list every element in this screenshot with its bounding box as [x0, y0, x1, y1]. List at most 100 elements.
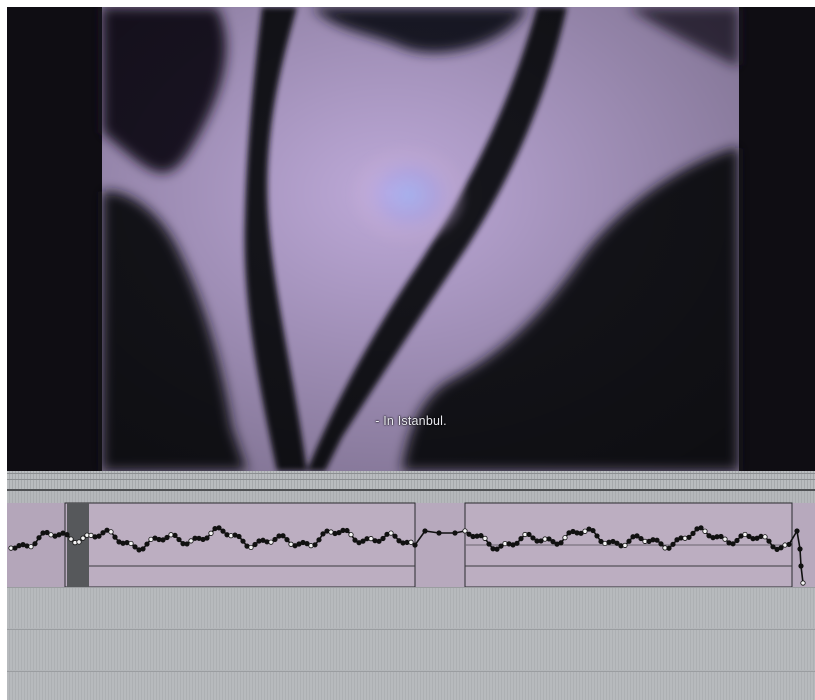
keyframe-point[interactable]	[666, 545, 672, 551]
keyframe-point[interactable]	[188, 538, 194, 544]
keyframe-point[interactable]	[478, 533, 484, 539]
keyframe-point[interactable]	[408, 539, 414, 545]
keyframe-point[interactable]	[786, 541, 792, 548]
keyframe-point[interactable]	[798, 563, 804, 569]
keyframe-point[interactable]	[546, 536, 552, 542]
keyframe-point[interactable]	[96, 533, 102, 539]
keyframe-point[interactable]	[670, 541, 676, 547]
keyframe-point[interactable]	[272, 536, 278, 543]
keyframe-point[interactable]	[614, 540, 620, 546]
keyframe-point[interactable]	[68, 536, 74, 542]
keyframe-point[interactable]	[12, 545, 18, 551]
keyframe-point[interactable]	[722, 536, 728, 542]
keyframe-point[interactable]	[176, 536, 182, 543]
keyframe-point[interactable]	[248, 544, 254, 551]
video-viewer[interactable]: - In Istanbul.	[7, 7, 815, 471]
keyframe-point[interactable]	[686, 534, 692, 540]
keyframe-point[interactable]	[762, 534, 768, 540]
keyframe-point[interactable]	[280, 533, 286, 539]
keyframe-point[interactable]	[108, 529, 114, 535]
keyframe-point[interactable]	[220, 528, 226, 534]
keyframe-point[interactable]	[462, 528, 468, 534]
keyframe-point[interactable]	[140, 546, 146, 552]
keyframe-point[interactable]	[376, 538, 382, 544]
empty-track[interactable]	[7, 671, 815, 700]
keyframe-point[interactable]	[388, 530, 394, 536]
keyframe-point[interactable]	[518, 536, 524, 542]
keyframe-point[interactable]	[562, 535, 568, 541]
keyframe-point[interactable]	[172, 532, 178, 538]
keyframe-point[interactable]	[794, 528, 800, 534]
keyframe-point[interactable]	[526, 531, 532, 538]
keyframe-point[interactable]	[316, 537, 322, 543]
keyframe-point[interactable]	[766, 538, 772, 544]
keyframe-point[interactable]	[100, 530, 106, 536]
keyframe-point[interactable]	[184, 541, 190, 547]
keyframe-point[interactable]	[208, 530, 214, 536]
keyframe-point[interactable]	[514, 540, 520, 546]
timeline-panel[interactable]	[7, 471, 815, 700]
keyframe-point[interactable]	[422, 528, 428, 534]
keyframe-point[interactable]	[160, 537, 166, 543]
keyframe-point[interactable]	[626, 538, 632, 544]
keyframe-point[interactable]	[380, 535, 386, 542]
keyframe-point[interactable]	[498, 543, 504, 549]
keyframe-point[interactable]	[360, 538, 366, 544]
keyframe-point[interactable]	[800, 580, 806, 586]
keyframe-point[interactable]	[658, 541, 664, 547]
keyframe-point[interactable]	[344, 527, 350, 534]
keyframe-point[interactable]	[164, 534, 170, 541]
curve-track[interactable]	[7, 491, 815, 587]
keyframe-point[interactable]	[204, 535, 210, 541]
keyframe-point[interactable]	[486, 541, 492, 547]
keyframe-point[interactable]	[594, 533, 600, 539]
keyframe-point[interactable]	[28, 544, 34, 550]
keyframe-point[interactable]	[622, 542, 628, 548]
keyframe-point[interactable]	[778, 545, 784, 551]
keyframe-point[interactable]	[452, 530, 458, 536]
keyframe-point[interactable]	[352, 537, 358, 543]
keyframe-point[interactable]	[132, 544, 138, 550]
keyframe-point[interactable]	[268, 539, 274, 545]
keyframe-point[interactable]	[252, 541, 258, 548]
keyframe-point[interactable]	[64, 532, 70, 538]
keyframe-point[interactable]	[392, 533, 398, 539]
keyframe-point[interactable]	[284, 537, 290, 543]
keyframe-curve-editor[interactable]	[7, 491, 815, 587]
keyframe-point[interactable]	[482, 535, 488, 541]
keyframe-point[interactable]	[144, 541, 150, 547]
playhead-selection[interactable]	[67, 503, 89, 587]
keyframe-point[interactable]	[32, 541, 38, 547]
keyframe-point[interactable]	[494, 546, 500, 552]
keyframe-point[interactable]	[436, 530, 442, 536]
keyframe-point[interactable]	[558, 540, 564, 546]
timeline-ruler[interactable]	[7, 471, 815, 491]
keyframe-point[interactable]	[634, 533, 640, 539]
clip-1[interactable]	[64, 502, 416, 587]
empty-track[interactable]	[7, 629, 815, 670]
keyframe-point[interactable]	[690, 530, 696, 536]
keyframe-point[interactable]	[638, 535, 644, 542]
keyframe-point[interactable]	[112, 534, 118, 540]
keyframe-point[interactable]	[698, 525, 704, 531]
keyframe-point[interactable]	[80, 535, 86, 541]
keyframe-point[interactable]	[718, 533, 724, 540]
keyframe-point[interactable]	[348, 532, 354, 538]
keyframe-point[interactable]	[734, 537, 740, 544]
keyframe-point[interactable]	[236, 533, 242, 540]
keyframe-point[interactable]	[550, 539, 556, 545]
keyframe-point[interactable]	[76, 539, 82, 545]
keyframe-point[interactable]	[702, 528, 708, 534]
keyframe-point[interactable]	[128, 540, 134, 547]
keyframe-point[interactable]	[770, 544, 776, 550]
keyframe-point[interactable]	[730, 541, 736, 547]
keyframe-point[interactable]	[412, 542, 418, 548]
keyframe-point[interactable]	[216, 525, 222, 531]
keyframe-point[interactable]	[654, 537, 660, 543]
keyframe-point[interactable]	[312, 542, 318, 548]
keyframe-point[interactable]	[36, 535, 42, 541]
keyframe-point[interactable]	[590, 527, 596, 534]
keyframe-point[interactable]	[797, 546, 803, 552]
keyframe-point[interactable]	[320, 531, 326, 537]
empty-track[interactable]	[7, 587, 815, 628]
